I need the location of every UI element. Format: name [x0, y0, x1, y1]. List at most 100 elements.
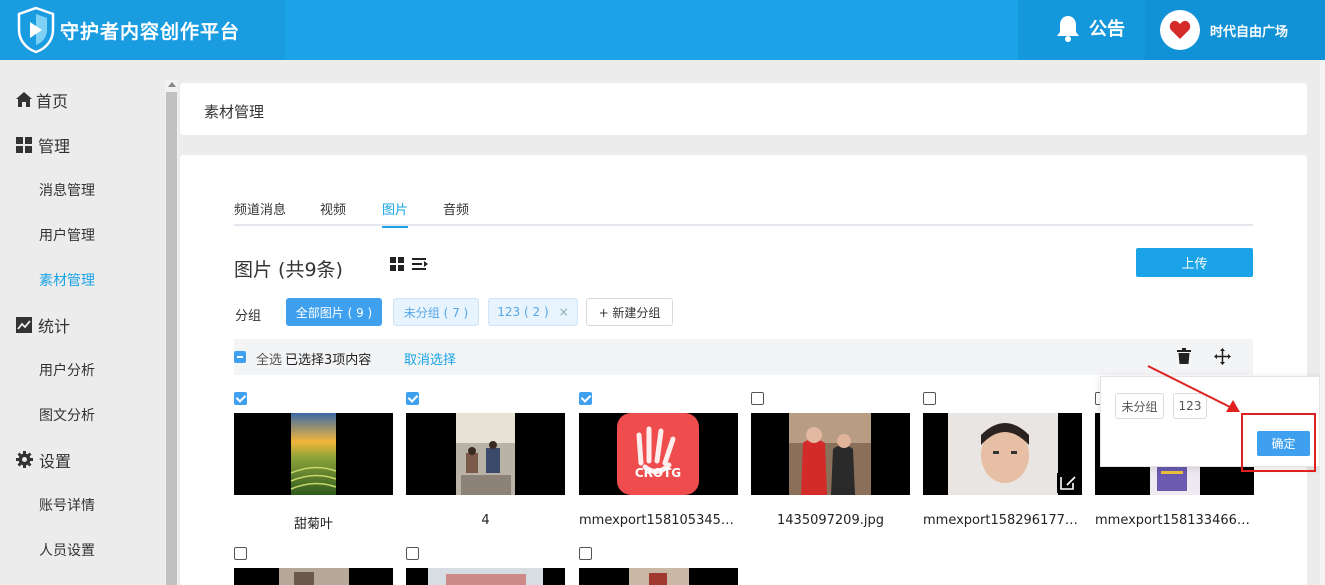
tab-audio[interactable]: 音频	[443, 199, 469, 228]
sidebar-scrollbar[interactable]	[165, 80, 178, 585]
sidebar-item-label: 素材管理	[39, 272, 95, 289]
annotation-arrow-icon	[1147, 365, 1240, 412]
building-image	[428, 568, 543, 585]
logo-zone: 守护者内容创作平台	[0, 0, 285, 60]
landscape-image	[290, 413, 337, 495]
page-scrollbar[interactable]	[1320, 60, 1325, 585]
image-thumbnail[interactable]	[234, 413, 393, 495]
couple-photo-image	[789, 413, 871, 495]
sidebar-item-label: 统计	[38, 316, 71, 336]
chip-close-icon[interactable]: ×	[559, 305, 569, 319]
home-icon	[16, 92, 32, 107]
page-title-panel: 素材管理	[180, 83, 1307, 135]
sidebar-item-label: 图文分析	[39, 407, 95, 424]
photo-image	[279, 568, 349, 585]
group-chip-ungrouped[interactable]: 未分组 ( 7 )	[393, 298, 479, 326]
user-menu[interactable]: 时代自由广场	[1145, 0, 1325, 60]
sidebar-item-label: 消息管理	[39, 182, 95, 199]
app-title: 守护者内容创作平台	[60, 20, 241, 43]
image-caption: 甜菊叶	[293, 517, 333, 532]
user-name: 时代自由广场	[1210, 24, 1289, 40]
image-checkbox[interactable]	[406, 392, 419, 405]
sidebar-item-article-analysis[interactable]: 图文分析	[0, 392, 165, 437]
image-caption: 4	[481, 513, 490, 528]
annotation-highlight-box	[1241, 413, 1316, 472]
image-checkbox[interactable]	[234, 547, 247, 560]
sidebar: 首页 管理 消息管理 用户管理 素材管理 统计 用户分析 图文分析 设置 账号详…	[0, 60, 165, 585]
classroom-image	[456, 413, 515, 495]
sidebar-item-label: 用户分析	[39, 362, 95, 379]
top-header: 守护者内容创作平台 公告 时代自由广场	[0, 0, 1325, 60]
image-checkbox[interactable]	[579, 392, 592, 405]
scroll-up-arrow-icon[interactable]	[168, 82, 176, 87]
image-thumbnail[interactable]	[234, 568, 393, 585]
grid-view-icon[interactable]	[390, 257, 404, 271]
sidebar-item-settings[interactable]: 设置	[0, 437, 165, 482]
sidebar-item-label: 用户管理	[39, 227, 95, 244]
sidebar-item-label: 人员设置	[39, 542, 95, 559]
crotg-logo-image: CROTG	[617, 413, 699, 495]
sidebar-item-material-manage[interactable]: 素材管理	[0, 257, 165, 302]
sidebar-item-stats[interactable]: 统计	[0, 302, 165, 347]
image-checkbox[interactable]	[406, 547, 419, 560]
image-thumbnail[interactable]	[923, 413, 1082, 495]
page-title: 素材管理	[204, 103, 265, 121]
image-thumbnail[interactable]	[406, 568, 565, 585]
select-all-checkbox[interactable]	[234, 351, 246, 363]
group-chip-all[interactable]: 全部图片 ( 9 )	[286, 298, 382, 326]
sidebar-item-label: 账号详情	[39, 497, 95, 514]
sidebar-item-user-manage[interactable]: 用户管理	[0, 212, 165, 257]
chip-label: 全部图片 ( 9 )	[295, 305, 373, 320]
tab-channel-message[interactable]: 频道消息	[234, 199, 286, 228]
sidebar-item-label: 首页	[36, 91, 69, 111]
chip-label: 123 ( 2 )	[497, 305, 549, 319]
sidebar-item-manage[interactable]: 管理	[0, 122, 165, 167]
image-checkbox[interactable]	[579, 547, 592, 560]
upload-button[interactable]: 上传	[1136, 248, 1253, 277]
image-checkbox[interactable]	[751, 392, 764, 405]
sidebar-item-message-manage[interactable]: 消息管理	[0, 167, 165, 212]
image-caption: mmexport15810534500...	[579, 513, 738, 528]
tab-image[interactable]: 图片	[382, 199, 409, 228]
tab-bar: 频道消息 视频 图片 音频	[234, 195, 1253, 228]
image-checkbox[interactable]	[923, 392, 936, 405]
sidebar-item-user-analysis[interactable]: 用户分析	[0, 347, 165, 392]
section-title: 图片 (共9条)	[234, 259, 343, 281]
tab-video[interactable]: 视频	[320, 199, 346, 228]
image-caption: mmexport15829617764...	[923, 513, 1082, 528]
image-caption: 1435097209.jpg	[777, 513, 884, 528]
shield-logo-icon	[17, 6, 55, 54]
portrait-image	[948, 413, 1077, 495]
selection-bar: 全选 已选择3项内容 取消选择	[234, 339, 1253, 375]
gear-icon	[16, 451, 33, 468]
grid-icon	[16, 136, 32, 153]
avatar	[1160, 10, 1200, 50]
sidebar-item-label: 管理	[38, 136, 71, 156]
chip-label: + 新建分组	[598, 305, 661, 320]
group-chip-123[interactable]: 123 ( 2 ) ×	[488, 298, 578, 326]
select-all-label[interactable]: 全选	[256, 349, 282, 368]
bell-icon	[1057, 16, 1079, 42]
sidebar-item-home[interactable]: 首页	[0, 77, 165, 122]
view-toggle	[390, 257, 428, 271]
group-label: 分组	[235, 309, 262, 324]
image-checkbox[interactable]	[234, 392, 247, 405]
list-view-icon[interactable]	[412, 257, 428, 271]
image-thumbnail[interactable]	[579, 568, 738, 585]
svg-text:CROTG: CROTG	[635, 466, 681, 480]
notice-button[interactable]: 公告	[1055, 14, 1125, 42]
image-caption: mmexport15813346694...	[1095, 513, 1254, 528]
cancel-selection-link[interactable]: 取消选择	[404, 349, 456, 368]
notice-label: 公告	[1089, 19, 1125, 40]
new-group-button[interactable]: + 新建分组	[586, 298, 673, 326]
sidebar-item-account-detail[interactable]: 账号详情	[0, 482, 165, 527]
heart-icon	[1169, 20, 1191, 39]
image-thumbnail[interactable]	[406, 413, 565, 495]
scrollbar-thumb[interactable]	[166, 92, 177, 585]
photo-image	[629, 568, 689, 585]
image-thumbnail[interactable]	[751, 413, 910, 495]
chip-label: 未分组 ( 7 )	[403, 305, 469, 320]
sidebar-item-staff-settings[interactable]: 人员设置	[0, 527, 165, 572]
image-thumbnail[interactable]: CROTG	[579, 413, 738, 495]
chart-icon	[16, 316, 32, 333]
